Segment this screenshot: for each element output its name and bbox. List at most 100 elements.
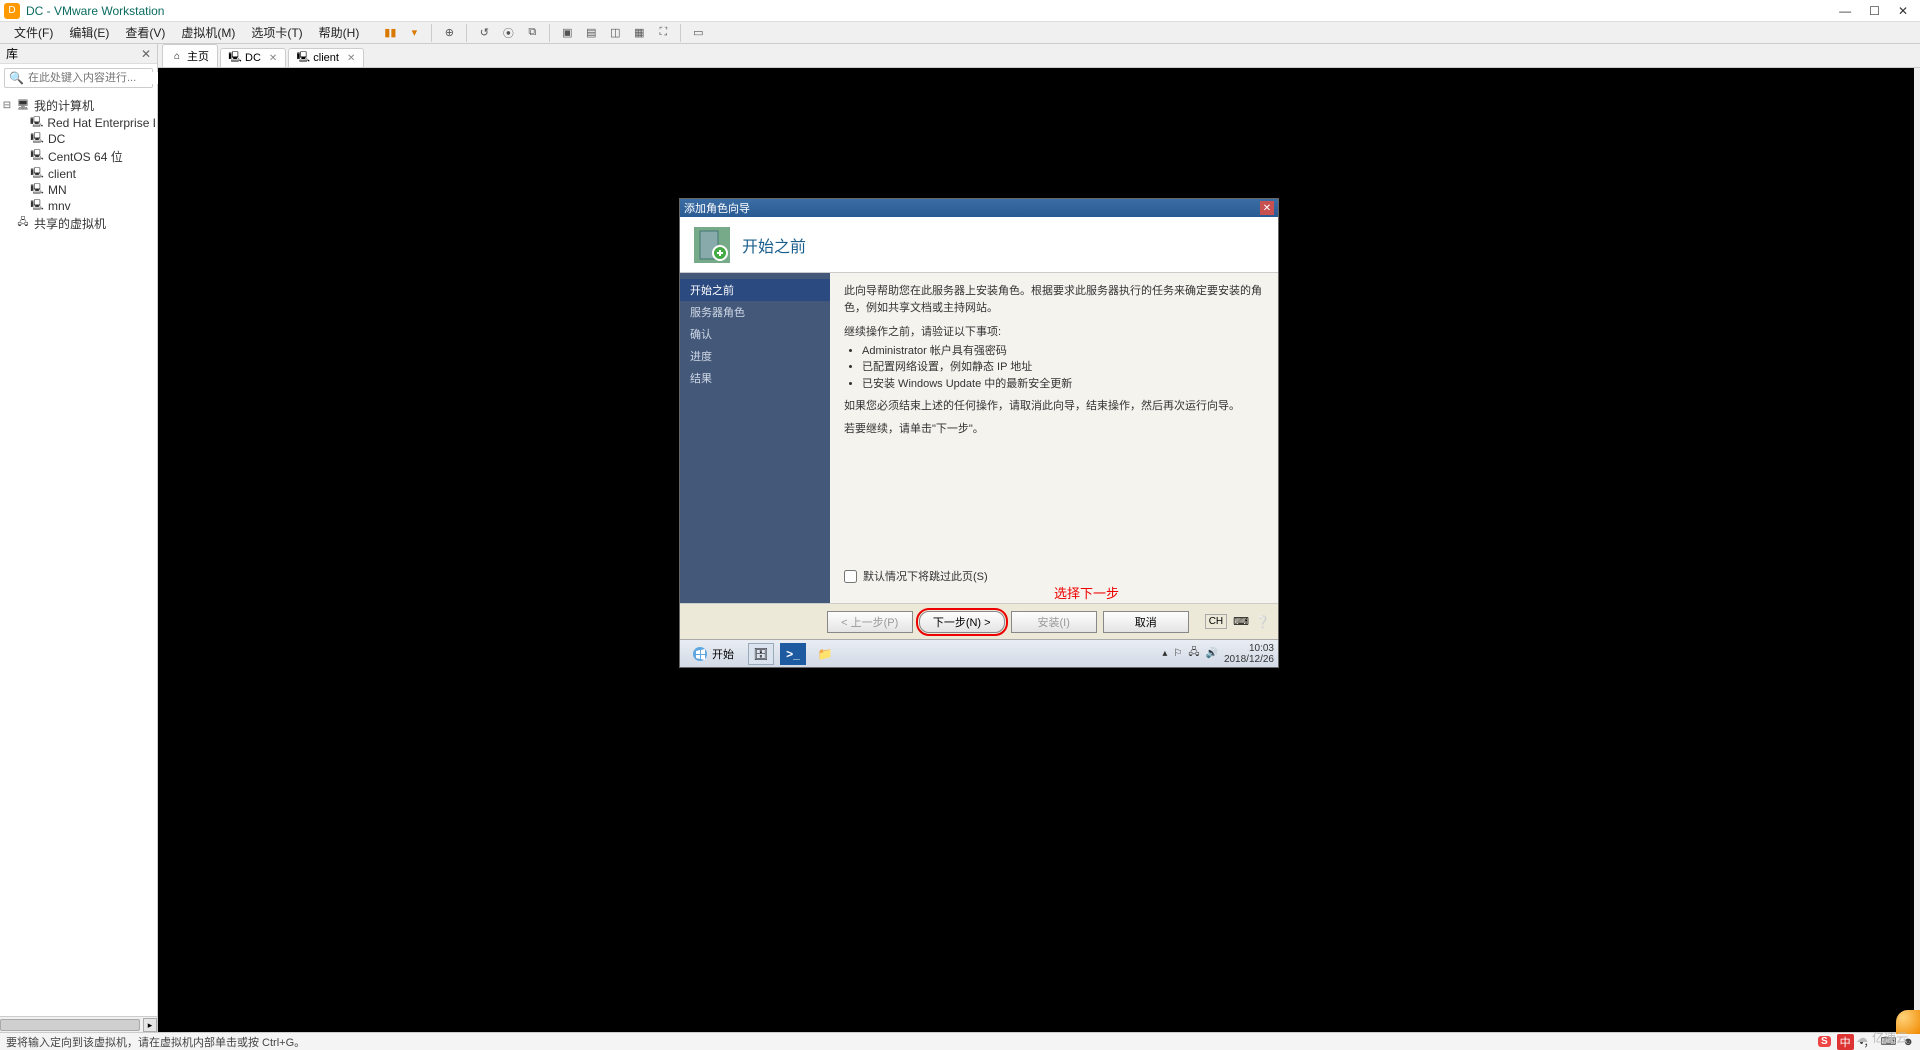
- tray-network-icon[interactable]: 🖧: [1188, 645, 1199, 662]
- menu-view[interactable]: 查看(V): [117, 22, 173, 43]
- play-dropdown-icon[interactable]: ▾: [403, 23, 425, 43]
- tray-flag-icon[interactable]: ⚐: [1173, 648, 1182, 659]
- status-text: 要将输入定向到该虚拟机，请在虚拟机内部单击或按 Ctrl+G。: [6, 1034, 305, 1050]
- wizard-intro: 此向导帮助您在此服务器上安装角色。根据要求此服务器执行的任务来确定要安装的角色，…: [844, 283, 1264, 316]
- menu-file[interactable]: 文件(F): [6, 22, 61, 43]
- keyboard-icon[interactable]: ⌨: [1233, 615, 1249, 628]
- vm-icon: 🖳: [30, 116, 43, 130]
- wizard-header: 开始之前: [680, 217, 1278, 273]
- content-area: ⌂ 主页 🖳 DC ✕ 🖳 client ✕ 添加角色向导 ✕: [158, 44, 1920, 1032]
- app-title: DC - VMware Workstation: [26, 4, 164, 18]
- sidebar-hscrollbar[interactable]: ▸: [0, 1016, 157, 1032]
- ime-mode[interactable]: 中: [1837, 1034, 1854, 1050]
- wizard-titlebar[interactable]: 添加角色向导 ✕: [680, 199, 1278, 217]
- tab-client[interactable]: 🖳 client ✕: [288, 48, 364, 67]
- vm-icon: 🖳: [30, 199, 44, 213]
- computer-icon: 🖥: [16, 99, 30, 113]
- window-controls: — ☐ ✕: [1839, 4, 1916, 18]
- view-library-icon[interactable]: ▦: [628, 23, 650, 43]
- taskbar-app-explorer[interactable]: 📁: [812, 643, 838, 665]
- guest-scroll-v[interactable]: [1914, 68, 1920, 1032]
- wizard-steps: 开始之前 服务器角色 确认 进度 结果: [680, 273, 830, 603]
- menu-vm[interactable]: 虚拟机(M): [173, 22, 243, 43]
- tab-close-icon[interactable]: ✕: [347, 53, 355, 64]
- suspend-icon[interactable]: ↺: [473, 23, 495, 43]
- scroll-right-icon[interactable]: ▸: [143, 1018, 157, 1032]
- menu-tabs[interactable]: 选项卡(T): [243, 22, 310, 43]
- fullscreen-icon[interactable]: ⛶: [652, 23, 674, 43]
- tab-dc[interactable]: 🖳 DC ✕: [220, 48, 286, 67]
- tree-label: client: [48, 167, 76, 181]
- library-search[interactable]: 🔍 ▾: [4, 68, 153, 88]
- tree-item-centos[interactable]: 🖳 CentOS 64 位: [2, 147, 155, 166]
- tree-label: mnv: [48, 199, 71, 213]
- scroll-thumb[interactable]: [0, 1019, 140, 1031]
- step-result[interactable]: 结果: [680, 367, 830, 389]
- tray-sound-icon[interactable]: 🔊: [1205, 648, 1217, 659]
- tray-date: 2018/12/26: [1224, 654, 1274, 665]
- tab-label: 主页: [187, 48, 209, 64]
- tree-shared[interactable]: 🖧 共享的虚拟机: [2, 214, 155, 233]
- help-icon[interactable]: ❔: [1255, 615, 1270, 629]
- tab-home[interactable]: ⌂ 主页: [162, 44, 218, 67]
- step-progress[interactable]: 进度: [680, 345, 830, 367]
- expander-icon[interactable]: ⊟: [2, 100, 12, 111]
- menu-help[interactable]: 帮助(H): [311, 22, 368, 43]
- skip-checkbox[interactable]: [844, 570, 857, 583]
- quick-switch-icon[interactable]: ▭: [687, 23, 709, 43]
- step-confirm[interactable]: 确认: [680, 323, 830, 345]
- snapshot-manager-icon[interactable]: ⧉: [521, 23, 543, 43]
- view-thumbnail-icon[interactable]: ▤: [580, 23, 602, 43]
- vm-icon: 🖳: [30, 150, 44, 164]
- start-button[interactable]: 开始: [684, 644, 742, 664]
- wizard-bullets: Administrator 帐户具有强密码 已配置网络设置，例如静态 IP 地址…: [844, 343, 1264, 393]
- next-button[interactable]: 下一步(N) >: [919, 611, 1005, 633]
- pause-icon[interactable]: ▮▮: [379, 23, 401, 43]
- view-console-icon[interactable]: ▣: [556, 23, 578, 43]
- step-before[interactable]: 开始之前: [680, 279, 830, 301]
- minimize-button[interactable]: —: [1839, 4, 1851, 18]
- taskbar-app-servermgr[interactable]: 🗄: [748, 643, 774, 665]
- vm-icon: 🖳: [229, 52, 241, 64]
- watermark-icon: ☁: [1856, 1031, 1868, 1045]
- menu-edit[interactable]: 编辑(E): [61, 22, 117, 43]
- wizard-header-icon: [694, 227, 730, 263]
- prev-button[interactable]: < 上一步(P): [827, 611, 913, 633]
- shared-icon: 🖧: [16, 217, 30, 231]
- search-input[interactable]: [28, 72, 170, 84]
- snapshot-take-icon[interactable]: ⦿: [497, 23, 519, 43]
- app-icon: D: [4, 3, 20, 19]
- tree-item-client[interactable]: 🖳client: [2, 166, 155, 182]
- ime-badge-s[interactable]: S: [1818, 1036, 1831, 1047]
- snapshot-button[interactable]: ⊕: [438, 23, 460, 43]
- step-roles[interactable]: 服务器角色: [680, 301, 830, 323]
- library-close-icon[interactable]: ✕: [141, 47, 151, 61]
- windows-logo-icon: [692, 646, 708, 662]
- tree-item-mnv[interactable]: 🖳 mnv: [2, 198, 155, 214]
- tree-item-rhel[interactable]: 🖳Red Hat Enterprise L: [2, 115, 155, 131]
- tray-up-icon[interactable]: ▴: [1162, 648, 1167, 659]
- tree-root-label: 我的计算机: [34, 97, 94, 114]
- vm-console[interactable]: 添加角色向导 ✕ 开始之前 开始之前 服务器角色 确认 进度 结果: [158, 68, 1920, 1032]
- wizard-heading: 开始之前: [742, 233, 806, 257]
- close-button[interactable]: ✕: [1898, 4, 1908, 18]
- lang-indicator[interactable]: CH: [1205, 614, 1227, 629]
- menubar: 文件(F) 编辑(E) 查看(V) 虚拟机(M) 选项卡(T) 帮助(H) ▮▮…: [0, 22, 1920, 44]
- view-unity-icon[interactable]: ◫: [604, 23, 626, 43]
- tree-label: CentOS 64 位: [48, 148, 123, 165]
- tree-item-mn[interactable]: 🖳MN: [2, 182, 155, 198]
- wizard-dialog: 添加角色向导 ✕ 开始之前 开始之前 服务器角色 确认 进度 结果: [679, 198, 1279, 668]
- vm-icon: 🖳: [30, 183, 44, 197]
- tray-clock[interactable]: 10:03 2018/12/26: [1224, 643, 1274, 665]
- taskbar-app-powershell[interactable]: >_: [780, 643, 806, 665]
- wizard-close-icon[interactable]: ✕: [1260, 201, 1274, 215]
- tab-close-icon[interactable]: ✕: [269, 53, 277, 64]
- install-button[interactable]: 安装(I): [1011, 611, 1097, 633]
- maximize-button[interactable]: ☐: [1869, 4, 1880, 18]
- tray-time: 10:03: [1224, 643, 1274, 654]
- library-tree: ⊟ 🖥 我的计算机 🖳Red Hat Enterprise L 🖳DC 🖳 Cen…: [0, 92, 157, 237]
- tree-root[interactable]: ⊟ 🖥 我的计算机: [2, 96, 155, 115]
- cancel-button[interactable]: 取消: [1103, 611, 1189, 633]
- wizard-verify-label: 继续操作之前，请验证以下事项:: [844, 324, 1264, 341]
- tree-item-dc[interactable]: 🖳DC: [2, 131, 155, 147]
